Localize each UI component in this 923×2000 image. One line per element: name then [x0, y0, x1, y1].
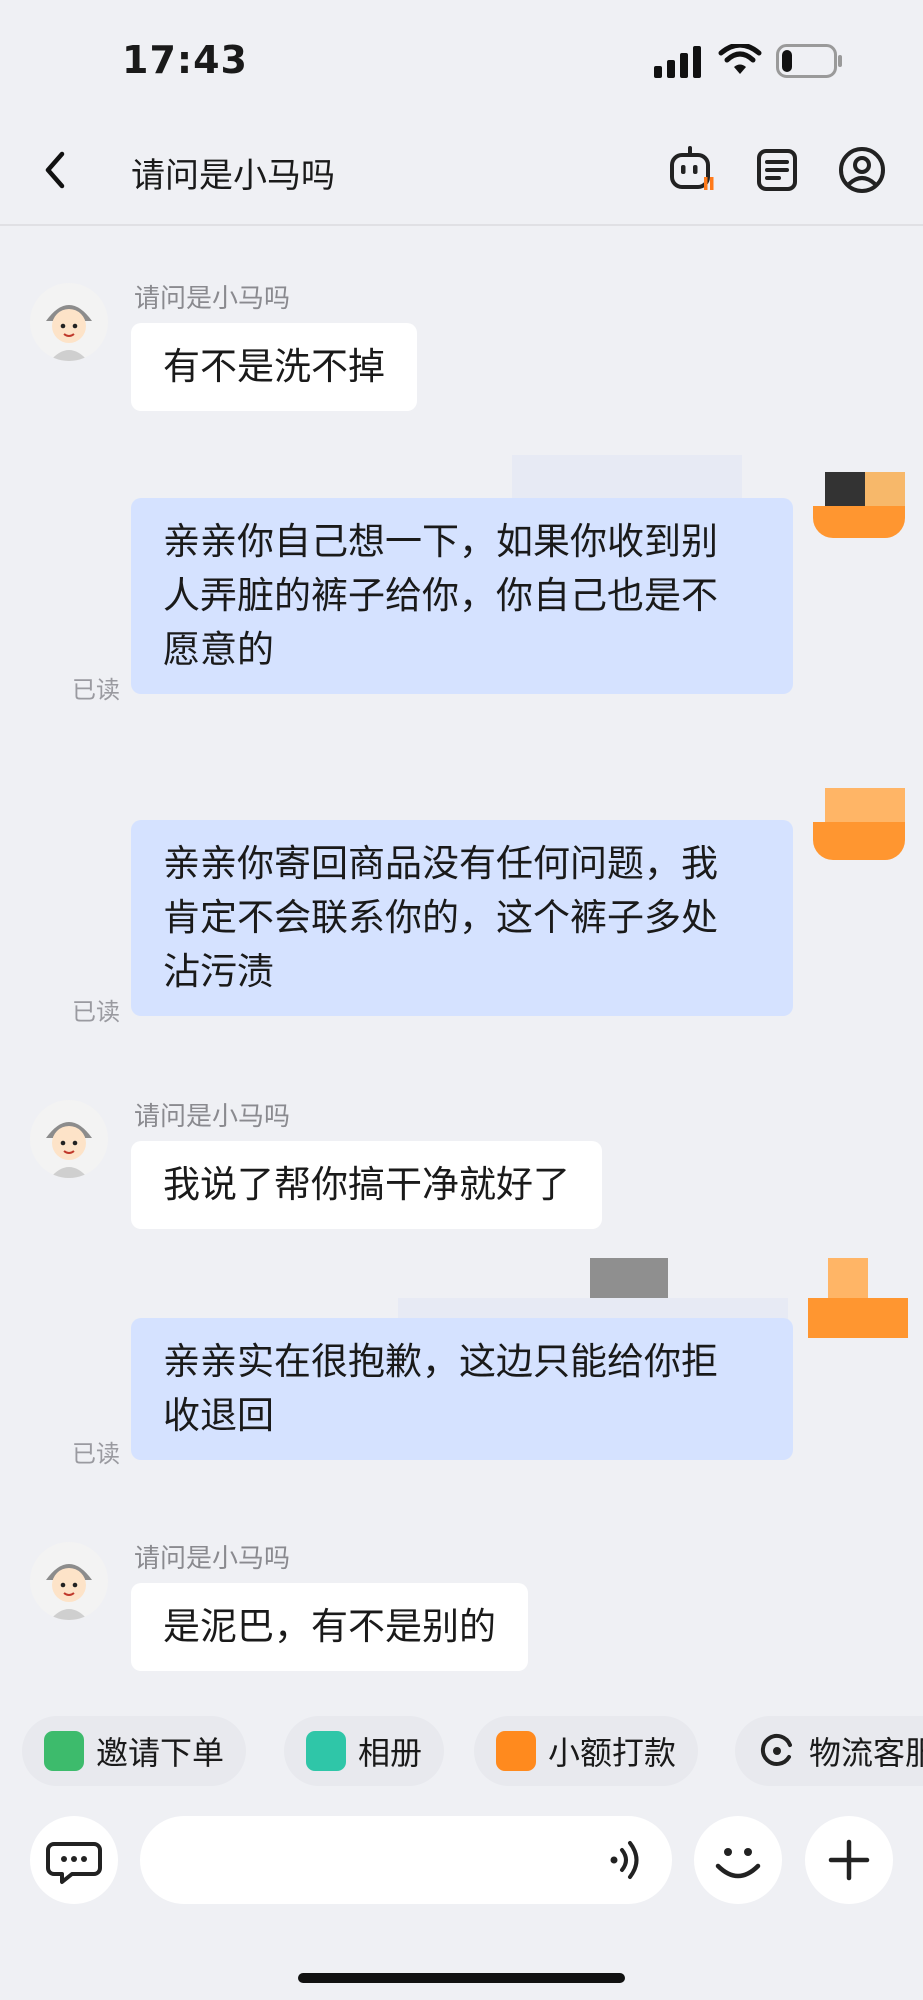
smiley-icon	[715, 1848, 761, 1879]
logistics-service-chip[interactable]: 物流客服	[735, 1716, 923, 1786]
read-status: 已读	[72, 1440, 120, 1468]
message-bubble-incoming[interactable]: 是泥巴，有不是别的	[131, 1583, 528, 1671]
avatar-illustration	[30, 283, 108, 361]
avatar-illustration	[30, 1542, 108, 1620]
plus-icon	[828, 1839, 870, 1881]
message-line: 肯定不会联系你的，这个裤子多处	[163, 896, 718, 939]
chat-bubble-icon	[46, 1842, 102, 1884]
chip-label: 邀请下单	[96, 1734, 225, 1772]
read-status: 已读	[72, 998, 120, 1026]
message-input[interactable]	[140, 1816, 672, 1904]
message-bubble-outgoing[interactable]: 亲亲你自己想一下，如果你收到别 人弄脏的裤子给你，你自己也是不 愿意的	[131, 498, 793, 694]
invite-order-chip[interactable]: 邀请下单	[22, 1716, 247, 1786]
chat-bubble-button[interactable]	[30, 1816, 118, 1904]
back-button[interactable]	[40, 150, 70, 190]
page-title: 请问是小马吗	[131, 156, 335, 196]
avatar-redacted	[813, 788, 905, 860]
message-line: 收退回	[163, 1394, 274, 1437]
chip-label: 相册	[358, 1734, 423, 1772]
emoji-button[interactable]	[694, 1816, 782, 1904]
message-line: 愿意的	[163, 628, 274, 671]
cellular-signal-icon	[654, 46, 701, 78]
avatar-redacted	[813, 472, 905, 538]
add-button[interactable]	[805, 1816, 893, 1904]
message-line: 亲亲你自己想一下，如果你收到别	[163, 520, 718, 563]
payment-icon	[496, 1731, 536, 1771]
message-line: 沾污渍	[163, 950, 274, 993]
sender-name: 请问是小马吗	[134, 284, 291, 314]
header-divider	[0, 224, 923, 226]
sender-name: 请问是小马吗	[134, 1544, 291, 1574]
message-line: 人弄脏的裤子给你，你自己也是不	[163, 574, 718, 617]
chip-label: 小额打款	[548, 1734, 677, 1772]
message-bubble-incoming[interactable]: 有不是洗不掉	[131, 323, 417, 411]
document-icon[interactable]	[756, 148, 798, 192]
sender-name: 请问是小马吗	[134, 1102, 291, 1132]
avatar[interactable]	[30, 1542, 108, 1620]
avatar-redacted	[808, 1258, 908, 1338]
home-indicator	[298, 1973, 625, 1983]
photo-album-chip[interactable]: 相册	[284, 1716, 445, 1786]
logistics-service-icon	[760, 1734, 792, 1766]
payment-chip[interactable]: 小额打款	[474, 1716, 699, 1786]
robot-icon[interactable]	[668, 145, 716, 193]
avatar-illustration	[30, 1100, 108, 1178]
read-status: 已读	[72, 676, 120, 704]
message-bubble-outgoing[interactable]: 亲亲你寄回商品没有任何问题，我 肯定不会联系你的，这个裤子多处 沾污渍	[131, 820, 793, 1016]
avatar[interactable]	[30, 283, 108, 361]
wifi-icon	[718, 44, 762, 74]
photo-album-icon	[306, 1731, 346, 1771]
voice-wave-icon[interactable]	[608, 1838, 648, 1882]
status-time: 17:43	[122, 38, 248, 82]
message-line: 亲亲实在很抱歉，这边只能给你拒	[163, 1340, 718, 1383]
invite-order-icon	[44, 1731, 84, 1771]
battery-icon	[776, 44, 842, 78]
user-circle-icon[interactable]	[838, 146, 886, 194]
message-bubble-outgoing[interactable]: 亲亲实在很抱歉，这边只能给你拒 收退回	[131, 1318, 793, 1460]
input-bar	[0, 1796, 923, 2000]
message-bubble-incoming[interactable]: 我说了帮你搞干净就好了	[131, 1141, 602, 1229]
quick-actions-bar: 邀请下单 相册 小额打款 物流客服	[0, 1700, 923, 1796]
avatar[interactable]	[30, 1100, 108, 1178]
chip-label: 物流客服	[809, 1734, 923, 1772]
message-line: 亲亲你寄回商品没有任何问题，我	[163, 842, 718, 885]
